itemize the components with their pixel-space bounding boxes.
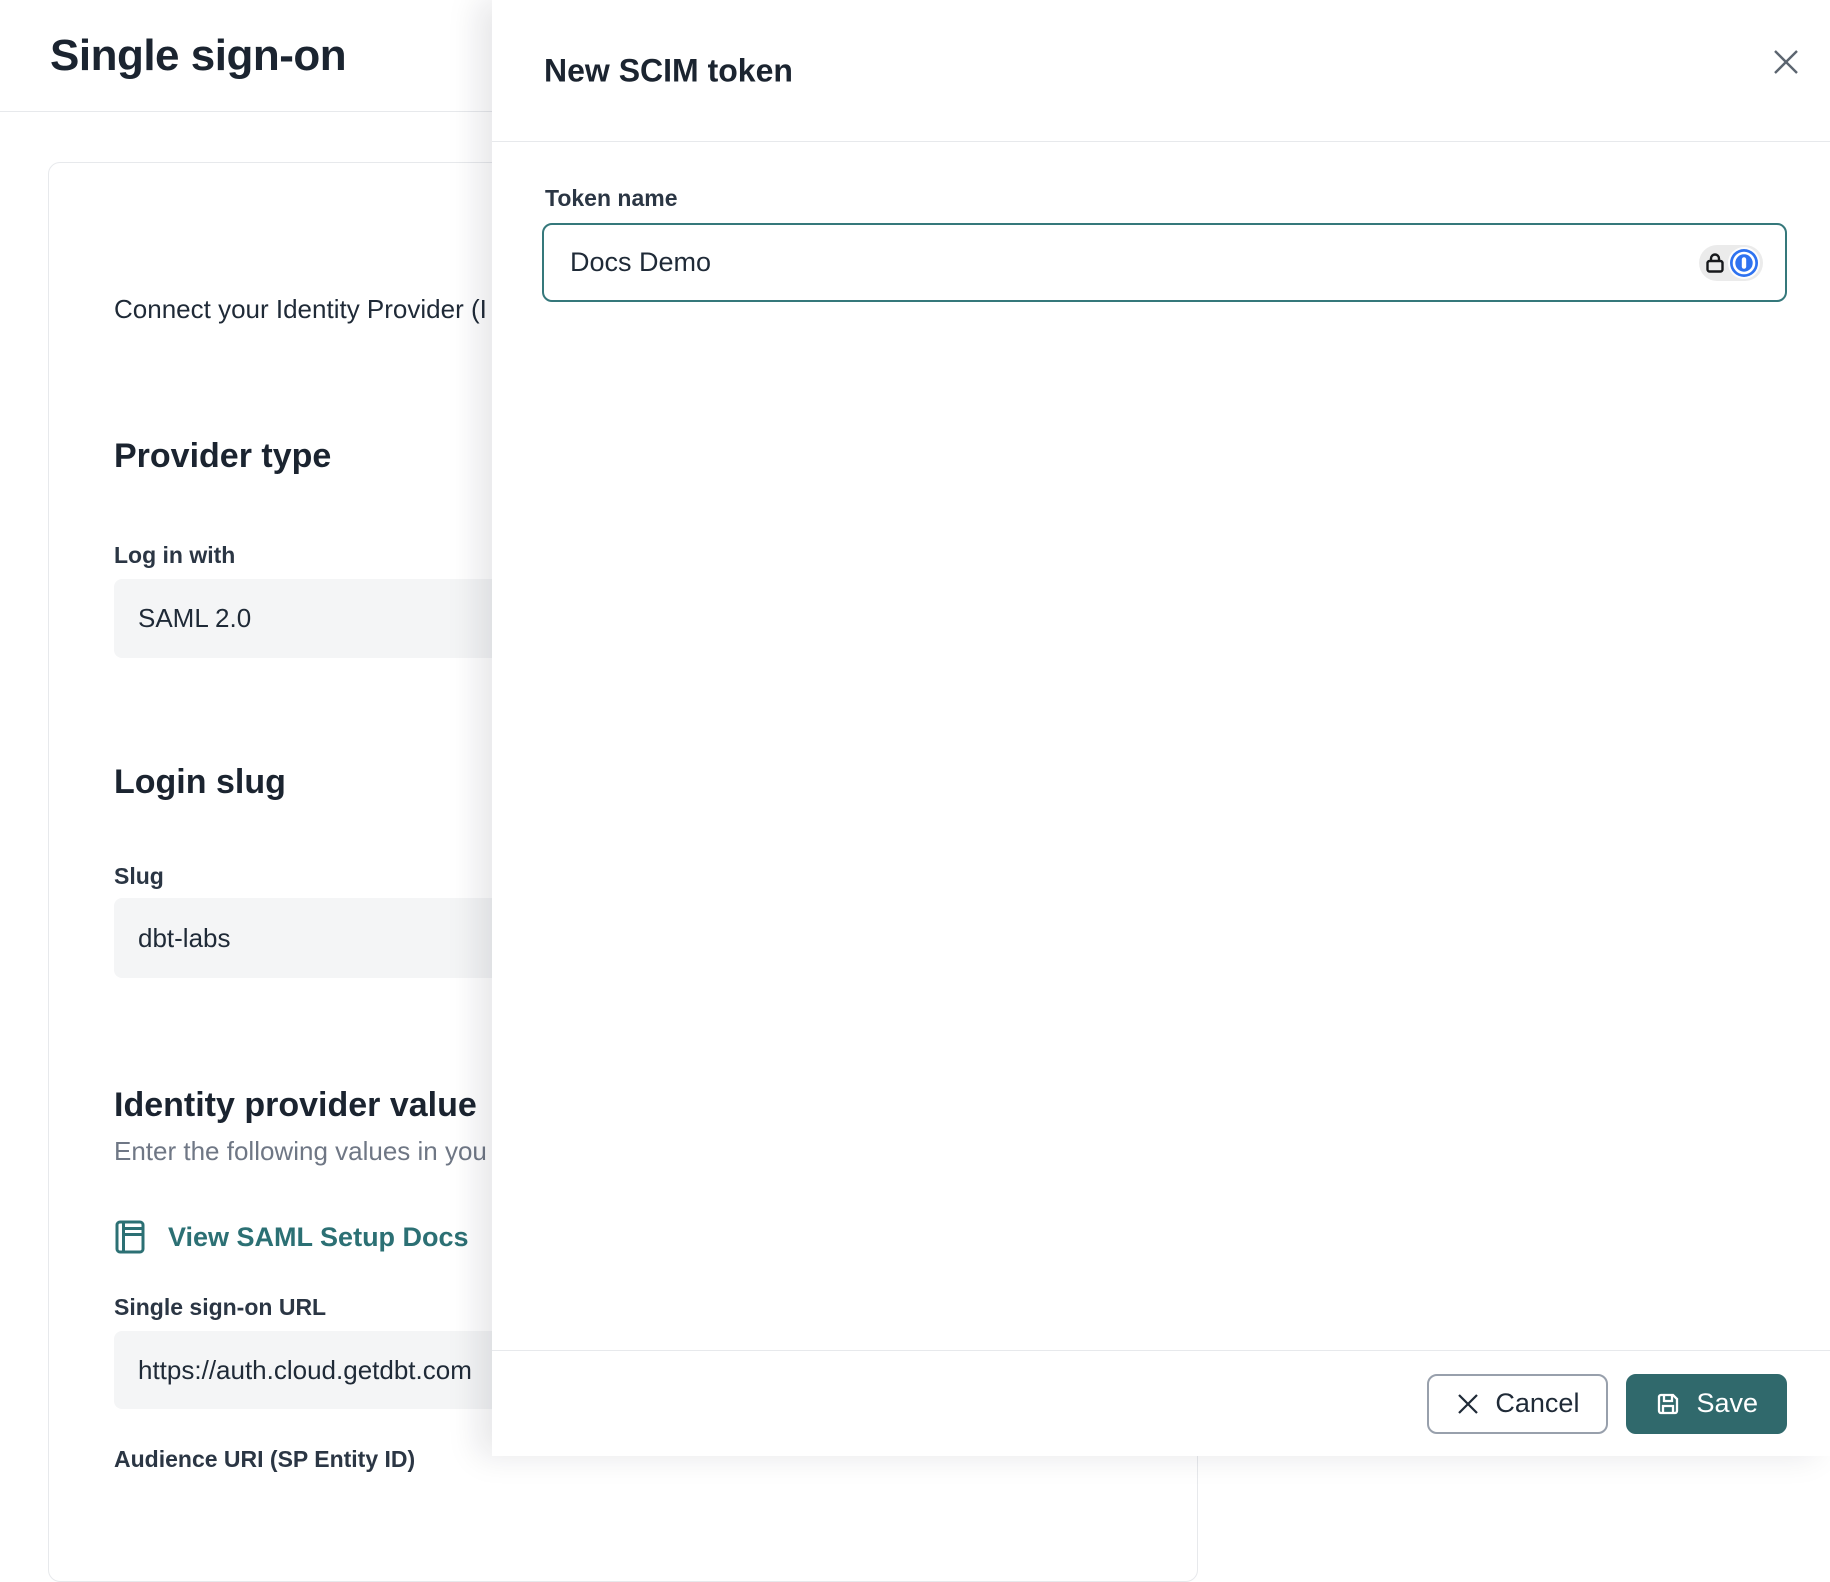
- idp-values-heading: Identity provider value: [114, 1083, 477, 1127]
- sso-url-label: Single sign-on URL: [114, 1292, 326, 1322]
- slug-label: Slug: [114, 861, 164, 891]
- token-name-label: Token name: [545, 185, 678, 212]
- view-saml-docs-label: View SAML Setup Docs: [168, 1222, 469, 1253]
- sso-url-value: https://auth.cloud.getdbt.com: [138, 1355, 472, 1386]
- modal-title: New SCIM token: [544, 52, 793, 89]
- cancel-button-label: Cancel: [1495, 1388, 1579, 1419]
- page-title: Single sign-on: [50, 31, 346, 81]
- audience-uri-label: Audience URI (SP Entity ID): [114, 1444, 415, 1474]
- onepassword-extension-pill[interactable]: [1699, 245, 1763, 281]
- close-icon[interactable]: [1764, 40, 1808, 84]
- save-button-label: Save: [1696, 1388, 1758, 1419]
- modal-footer: Cancel Save: [492, 1350, 1830, 1456]
- idp-subtitle: Enter the following values in you: [114, 1134, 487, 1168]
- login-with-label: Log in with: [114, 540, 235, 570]
- slug-value: dbt-labs: [138, 923, 231, 954]
- lock-icon: [1703, 251, 1727, 275]
- floppy-disk-icon: [1655, 1391, 1681, 1417]
- login-slug-heading: Login slug: [114, 760, 286, 804]
- new-scim-token-modal: New SCIM token Token name: [492, 0, 1830, 1456]
- save-button[interactable]: Save: [1626, 1374, 1787, 1434]
- onepassword-icon: [1728, 247, 1760, 279]
- token-name-input-wrap: [542, 223, 1787, 302]
- cancel-button[interactable]: Cancel: [1427, 1374, 1608, 1434]
- book-icon: [114, 1219, 146, 1255]
- x-icon: [1456, 1392, 1480, 1416]
- modal-header: New SCIM token: [492, 0, 1830, 142]
- provider-type-heading: Provider type: [114, 434, 331, 478]
- token-name-input[interactable]: [542, 223, 1787, 302]
- intro-text: Connect your Identity Provider (I: [114, 292, 487, 326]
- login-with-value: SAML 2.0: [138, 603, 251, 634]
- view-saml-docs-link[interactable]: View SAML Setup Docs: [114, 1217, 469, 1257]
